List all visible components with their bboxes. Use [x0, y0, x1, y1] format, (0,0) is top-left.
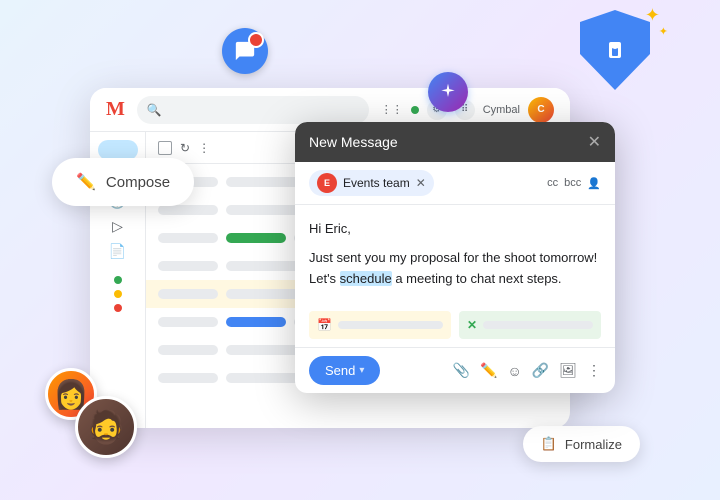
- to-field: E Events team ✕ cc bcc 👤: [295, 162, 615, 205]
- search-bar[interactable]: 🔍: [137, 96, 369, 124]
- to-actions: cc bcc 👤: [547, 177, 601, 190]
- gemini-ai-orb: [428, 72, 468, 112]
- sidebar-label-green: [114, 276, 122, 284]
- bcc-label[interactable]: bcc: [564, 177, 581, 190]
- send-chevron-icon: ▾: [359, 365, 364, 376]
- recipient-chip: E Events team ✕: [309, 170, 434, 196]
- link-icon[interactable]: 🔗: [532, 362, 549, 379]
- send-button[interactable]: Send ▾: [309, 356, 380, 385]
- shield-icon: [580, 10, 650, 90]
- attachment-icon[interactable]: 📎: [453, 362, 470, 379]
- formalize-button[interactable]: 📋 Formalize: [523, 426, 640, 462]
- cc-label[interactable]: cc: [547, 177, 558, 190]
- compose-window-header: New Message ✕: [295, 122, 615, 162]
- chat-bubble-icon: [222, 28, 268, 74]
- sidebar-send-icon[interactable]: ▷: [112, 218, 123, 235]
- avatar-man-image: 🧔: [86, 408, 126, 446]
- formalize-label: Formalize: [565, 437, 622, 452]
- compose-window: New Message ✕ E Events team ✕ cc bcc 👤 H…: [295, 122, 615, 393]
- status-dot: [411, 106, 419, 114]
- compose-window-title: New Message: [309, 134, 398, 150]
- select-all-checkbox[interactable]: [158, 141, 172, 155]
- smart-chip-sheets[interactable]: ✕: [459, 311, 601, 339]
- emoji-icon[interactable]: ☺: [507, 363, 521, 379]
- compose-label: Compose: [106, 174, 170, 191]
- formatting-icon[interactable]: ✏️: [480, 362, 497, 379]
- sparkle-star-small-icon: ✦: [659, 25, 668, 38]
- sidebar-label-yellow: [114, 290, 122, 298]
- recipient-name: Events team: [343, 176, 410, 190]
- close-button[interactable]: ✕: [588, 132, 601, 152]
- header-icons: ⋮⋮ ⚙ ⠿ Cymbal C: [381, 97, 554, 123]
- sidebar-inbox-item[interactable]: [98, 140, 138, 160]
- footer-icons: 📎 ✏️ ☺ 🔗 🖼 ⋮: [453, 362, 601, 379]
- highlight-schedule: schedule: [340, 271, 392, 286]
- email-body: Hi Eric, Just sent you my proposal for t…: [295, 205, 615, 303]
- sidebar-label-red: [114, 304, 122, 312]
- greeting-line: Hi Eric,: [309, 219, 601, 240]
- gmail-logo: M: [106, 98, 125, 121]
- avatar-man: 🧔: [75, 396, 137, 458]
- grid-icon: ⋮⋮: [381, 103, 403, 116]
- more-options-icon[interactable]: ⋮: [198, 141, 210, 155]
- recipient-remove-button[interactable]: ✕: [416, 176, 426, 190]
- image-icon[interactable]: 🖼: [559, 362, 577, 379]
- body-line2: Just sent you my proposal for the shoot …: [309, 248, 601, 269]
- send-label: Send: [325, 363, 355, 378]
- refresh-icon[interactable]: ↻: [180, 141, 190, 155]
- compose-footer: Send ▾ 📎 ✏️ ☺ 🔗 🖼 ⋮: [295, 347, 615, 393]
- calendar-icon: 📅: [317, 318, 332, 332]
- more-icon[interactable]: ⋮: [587, 362, 601, 379]
- search-icon: 🔍: [147, 103, 162, 117]
- pencil-icon: ✏️: [76, 172, 96, 192]
- smart-chip-calendar[interactable]: 📅: [309, 311, 451, 339]
- compose-button[interactable]: ✏️ Compose: [52, 158, 194, 206]
- user-avatar[interactable]: C: [528, 97, 554, 123]
- formalize-icon: 📋: [541, 436, 557, 452]
- smart-compose-chips: 📅 ✕: [295, 303, 615, 347]
- recipient-avatar: E: [317, 173, 337, 193]
- security-shield: ✦ ✦: [580, 10, 650, 90]
- cymbal-label: Cymbal: [483, 104, 520, 116]
- add-people-icon[interactable]: 👤: [587, 177, 601, 190]
- sheets-icon: ✕: [467, 318, 477, 332]
- sidebar-draft-icon[interactable]: 📄: [109, 243, 126, 260]
- body-line3: Let's schedule a meeting to chat next st…: [309, 269, 601, 290]
